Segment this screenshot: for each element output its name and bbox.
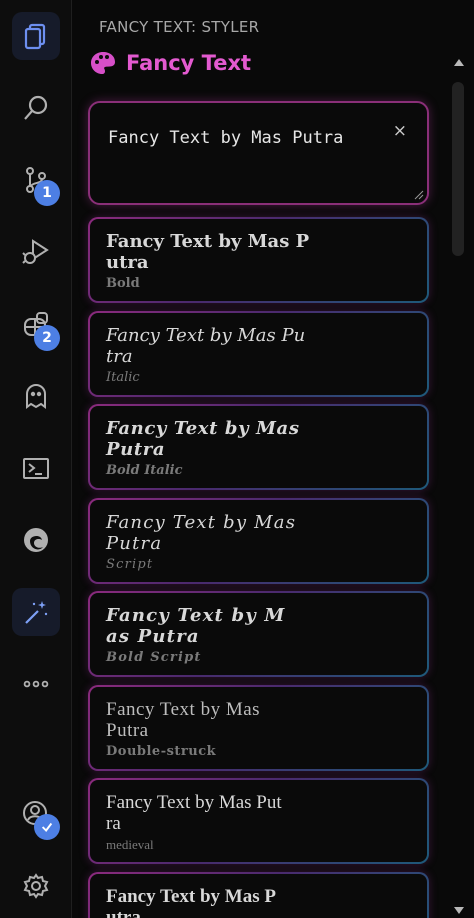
- style-label: medieval: [106, 837, 154, 852]
- check-icon: [41, 822, 53, 832]
- scroll-down-arrow-icon[interactable]: [454, 907, 464, 914]
- magic-wand-icon: [25, 601, 48, 624]
- style-label: Double-struck: [106, 744, 217, 759]
- style-label: Italic: [106, 370, 140, 385]
- text-input-value[interactable]: Fancy Text by Mas Putra: [108, 128, 343, 148]
- style-label: Bold: [106, 276, 140, 291]
- ghost-icon: [26, 384, 46, 409]
- text-input-area[interactable]: Fancy Text by Mas Putra ×: [88, 101, 429, 205]
- title-row: Fancy Text: [90, 50, 251, 76]
- settings-gear-icon: [23, 873, 49, 899]
- style-card-bold[interactable]: Fancy Text by Mas P utra Bold: [88, 217, 429, 303]
- terminal-icon: [23, 458, 49, 479]
- extensions-badge: 2: [34, 325, 60, 351]
- style-card-medieval[interactable]: Fancy Text by Mas Put ra medieval: [88, 778, 429, 864]
- style-card-bold-medieval[interactable]: Fancy Text by Mas P utra: [88, 872, 429, 918]
- panel-header: FANCY TEXT: STYLER: [99, 18, 260, 36]
- panel-scrollbar[interactable]: [449, 56, 467, 918]
- fancy-text-panel: FANCY TEXT: STYLER Fancy Text Fancy Text…: [72, 0, 474, 918]
- clear-input-button[interactable]: ×: [393, 121, 407, 141]
- style-sample: Fancy Text by M as Putra: [106, 605, 286, 647]
- style-card-double-struck[interactable]: Fancy Text by Mas Putra Double-struck: [88, 685, 429, 771]
- more-button[interactable]: [12, 660, 60, 708]
- palette-icon: [91, 52, 115, 74]
- style-label: Bold Italic: [106, 463, 183, 478]
- activity-bar: 1 2: [0, 0, 72, 918]
- style-sample: Fancy Text by Mas Putra: [106, 699, 261, 741]
- search-icon: [24, 95, 48, 120]
- edge-browser-button[interactable]: [12, 516, 60, 564]
- style-sample: Fancy Text by Mas P utra: [106, 886, 276, 918]
- resize-grip-icon[interactable]: [414, 190, 424, 200]
- scroll-up-arrow-icon[interactable]: [454, 59, 464, 66]
- style-card-italic[interactable]: Fancy Text by Mas Pu tra Italic: [88, 311, 429, 397]
- source-control-badge: 1: [34, 180, 60, 206]
- terminal-button[interactable]: [12, 444, 60, 492]
- style-sample: Fancy Text by Mas Pu tra: [106, 325, 306, 367]
- style-card-bold-italic[interactable]: Fancy Text by Mas Putra Bold Italic: [88, 404, 429, 490]
- explorer-button[interactable]: [12, 12, 60, 60]
- explorer-icon: [24, 23, 46, 50]
- edge-browser-icon: [24, 528, 48, 552]
- style-card-bold-script[interactable]: Fancy Text by M as Putra Bold Script: [88, 591, 429, 677]
- ghost-button[interactable]: [12, 372, 60, 420]
- style-sample: Fancy Text by Mas Putra: [106, 418, 300, 460]
- settings-button[interactable]: [12, 862, 60, 910]
- run-debug-button[interactable]: [12, 228, 60, 276]
- style-card-script[interactable]: Fancy Text by Mas Putra Script: [88, 498, 429, 584]
- fancy-text-button[interactable]: [12, 588, 60, 636]
- style-label: Script: [106, 557, 154, 572]
- panel-title: Fancy Text: [126, 51, 252, 75]
- style-label: Bold Script: [106, 650, 202, 665]
- run-debug-icon: [22, 239, 49, 264]
- style-sample: Fancy Text by Mas Put ra: [106, 792, 282, 834]
- account-check-badge: [34, 814, 60, 840]
- style-sample: Fancy Text by Mas P utra: [106, 231, 310, 273]
- style-sample: Fancy Text by Mas Putra: [106, 512, 297, 554]
- search-button[interactable]: [12, 84, 60, 132]
- more-icon: [23, 680, 49, 688]
- scroll-thumb[interactable]: [452, 82, 464, 256]
